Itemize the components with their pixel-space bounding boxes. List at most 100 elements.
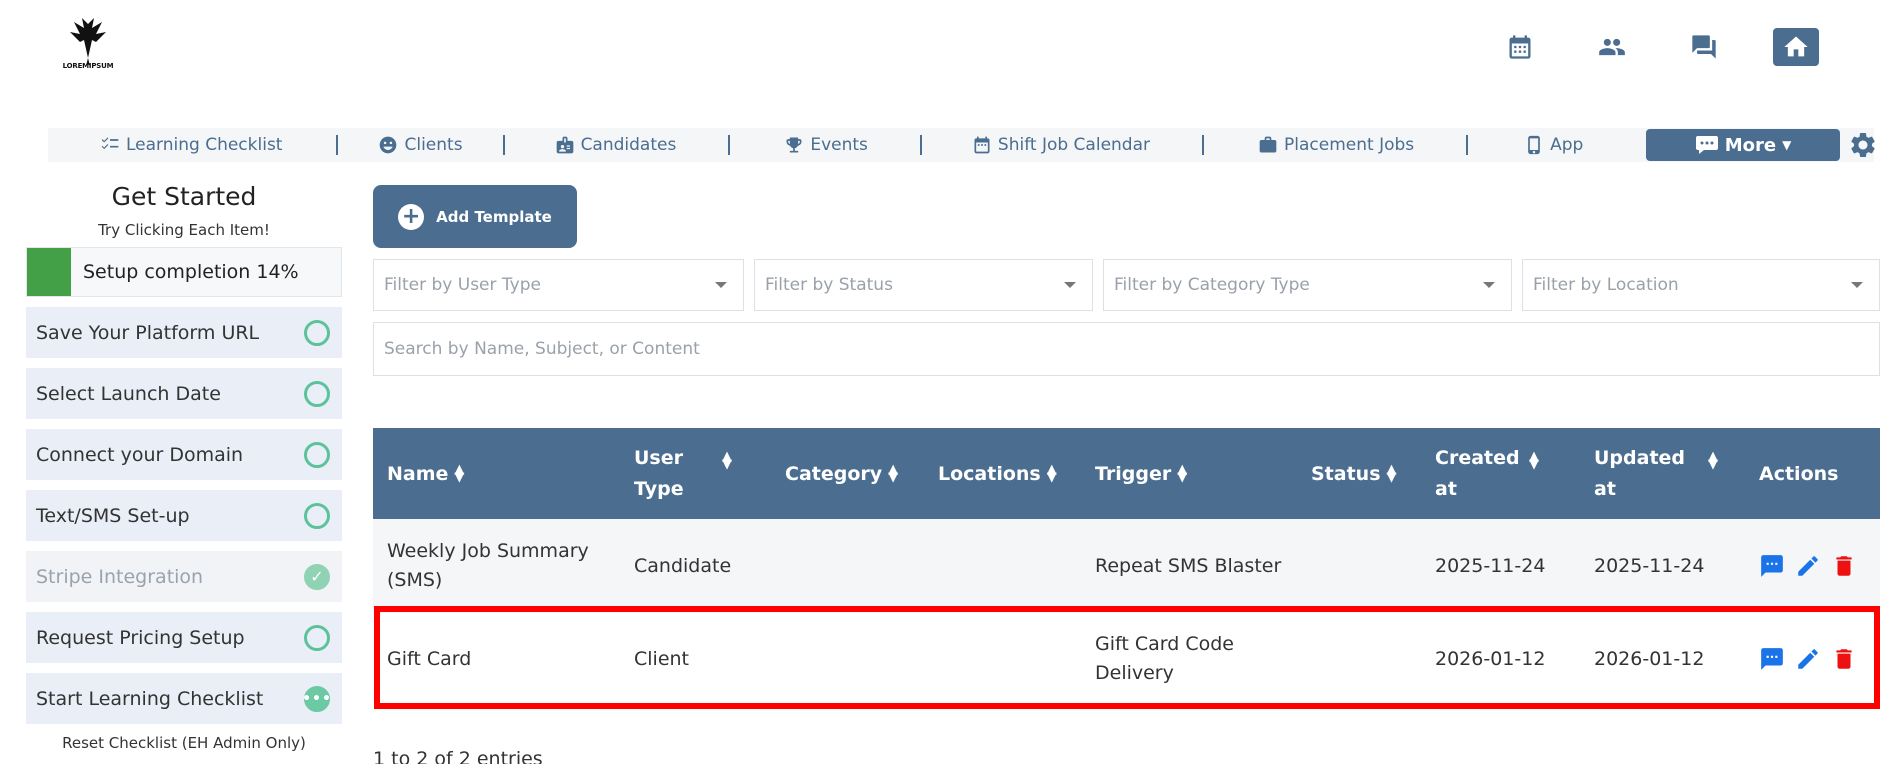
checklist-icon [101,137,119,150]
sidebar-title: Get Started [111,182,257,211]
chat-icon [1692,35,1716,59]
cell-category [771,613,924,705]
calendar-icon [1509,35,1531,59]
filter-status[interactable]: Filter by Status [754,259,1093,311]
people-button[interactable] [1589,28,1635,66]
cell-trigger: Repeat SMS Blaster [1081,519,1297,613]
sidebar-subtitle: Try Clicking Each Item! [98,221,270,239]
sort-icon: ▲ ▼ [722,448,732,472]
circle-outline-icon [304,624,330,651]
checklist-item-platform-url[interactable]: Save Your Platform URL [26,307,342,358]
cell-actions [1745,519,1880,613]
column-header-trigger[interactable]: Trigger ▲ ▼ [1081,428,1297,519]
column-header-actions: Actions [1745,428,1880,519]
home-button[interactable] [1773,28,1819,66]
edit-button[interactable] [1795,553,1821,579]
sort-icon: ▲ ▼ [888,461,899,485]
main-nav: Learning Checklist Clients Candidates Ev… [48,128,1875,162]
sort-icon: ▲ ▼ [1529,448,1539,472]
sort-icon: ▲ ▼ [454,461,465,485]
filter-location[interactable]: Filter by Location [1522,259,1880,311]
templates-table: Name ▲ ▼ User Type ▲ ▼ Category ▲ ▼ Locations ▲… [373,428,1880,705]
filter-user-type[interactable]: Filter by User Type [373,259,744,311]
cell-name: Weekly Job Summary (SMS) [373,519,620,613]
progress-fill [27,248,71,296]
chat-button[interactable] [1681,28,1727,66]
sort-icon: ▲ ▼ [1708,448,1718,472]
nav-learning-checklist[interactable]: Learning Checklist [86,128,296,162]
cell-status [1297,613,1421,705]
comment-dots-icon [1695,136,1718,154]
nav-separator [336,135,339,155]
checklist-item-stripe[interactable]: Stripe Integration ✓ [26,551,342,602]
cell-status [1297,519,1421,613]
cell-trigger: Gift Card Code Delivery [1081,613,1297,705]
search-input[interactable] [373,322,1880,376]
column-header-locations[interactable]: Locations ▲ ▼ [924,428,1081,519]
pencil-icon [1798,649,1818,669]
cell-user-type: Candidate [620,519,771,613]
nav-shift-job-calendar[interactable]: Shift Job Calendar [958,128,1164,162]
nav-candidates[interactable]: Candidates [541,128,691,162]
setup-progress-bar: Setup completion 14% [26,247,342,297]
cell-actions [1745,613,1880,705]
checklist-item-connect-domain[interactable]: Connect your Domain [26,429,342,480]
nav-events[interactable]: Events [770,128,882,162]
calendar-button[interactable] [1497,28,1543,66]
filter-category-type[interactable]: Filter by Category Type [1103,259,1512,311]
sort-icon: ▲ ▼ [1046,461,1057,485]
more-dots-icon: ••• [302,685,331,712]
column-header-created-at[interactable]: Created at ▲ ▼ [1421,428,1580,519]
nav-separator [919,135,922,155]
add-template-button[interactable]: + Add Template [373,185,577,248]
message-button[interactable] [1759,553,1785,579]
pencil-icon [1798,556,1818,576]
sort-icon: ▲ ▼ [1386,461,1397,485]
checklist-item-launch-date[interactable]: Select Launch Date [26,368,342,419]
settings-button[interactable] [1848,130,1878,160]
cell-created-at: 2025-11-24 [1421,519,1580,613]
sms-icon [1761,648,1783,670]
checklist-item-pricing-setup[interactable]: Request Pricing Setup [26,612,342,663]
circle-outline-icon [304,441,330,468]
calendar-icon [974,136,990,154]
column-header-user-type[interactable]: User Type ▲ ▼ [620,428,771,519]
column-header-name[interactable]: Name ▲ ▼ [373,428,620,519]
edit-button[interactable] [1795,646,1821,672]
gear-icon [1851,133,1875,157]
checklist-item-sms-setup[interactable]: Text/SMS Set-up [26,490,342,541]
trash-icon [1836,649,1852,669]
nav-separator [728,135,731,155]
caret-down-icon [1483,282,1495,288]
home-icon [1784,36,1808,57]
id-badge-icon [556,136,573,154]
caret-down-icon [715,282,727,288]
nav-placement-jobs[interactable]: Placement Jobs [1244,128,1428,162]
check-circle-icon: ✓ [304,563,330,590]
trophy-icon [786,137,802,153]
delete-button[interactable] [1831,553,1857,579]
briefcase-icon [1259,136,1277,153]
face-icon [380,136,397,154]
sms-icon [1761,555,1783,577]
nav-app[interactable]: App [1510,128,1597,162]
table-row[interactable]: Weekly Job Summary (SMS) Candidate Repea… [373,519,1880,613]
trash-icon [1836,556,1852,576]
cell-updated-at: 2026-01-12 [1580,613,1745,705]
column-header-status[interactable]: Status ▲ ▼ [1297,428,1421,519]
delete-button[interactable] [1831,646,1857,672]
cell-locations [924,519,1081,613]
column-header-updated-at[interactable]: Updated at ▲ ▼ [1580,428,1745,519]
reset-checklist-link[interactable]: Reset Checklist (EH Admin Only) [26,734,342,752]
table-row[interactable]: Gift Card Client Gift Card Code Delivery… [373,613,1880,705]
caret-down-icon: ▼ [1782,138,1792,152]
cell-user-type: Client [620,613,771,705]
message-button[interactable] [1759,646,1785,672]
more-dropdown-button[interactable]: More ▼ [1646,129,1840,161]
circle-outline-icon [304,380,330,407]
cell-category [771,519,924,613]
checklist-item-learning-checklist[interactable]: Start Learning Checklist ••• [26,673,342,724]
nav-clients[interactable]: Clients [364,128,476,162]
sort-icon: ▲ ▼ [1177,461,1188,485]
column-header-category[interactable]: Category ▲ ▼ [771,428,924,519]
